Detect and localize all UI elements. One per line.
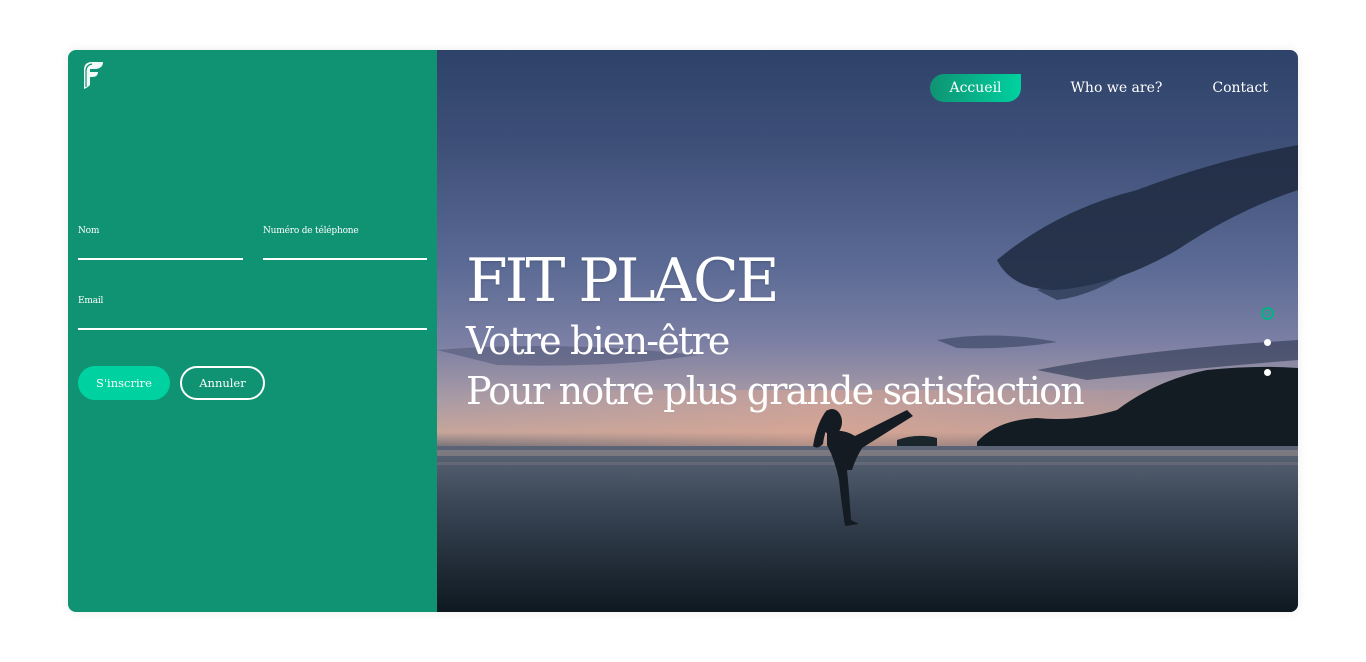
phone-input[interactable]	[263, 240, 427, 260]
email-field: Email	[78, 296, 427, 330]
signup-button[interactable]: S'inscrire	[78, 366, 170, 400]
fit-place-logo-icon[interactable]	[81, 60, 105, 90]
slider-dot-1[interactable]	[1260, 307, 1274, 320]
hero-subtitle-line1: Votre bien-être	[466, 319, 730, 363]
name-input[interactable]	[78, 240, 243, 260]
cancel-button[interactable]: Annuler	[180, 366, 265, 400]
name-field: Nom	[78, 226, 243, 260]
nav-item-who-we-are[interactable]: Who we are?	[1071, 80, 1163, 96]
phone-field: Numéro de téléphone	[263, 226, 427, 260]
nav-item-contact[interactable]: Contact	[1212, 80, 1268, 96]
slider-dot-3[interactable]	[1263, 369, 1271, 376]
main-nav: Accueil Who we are? Contact	[930, 74, 1268, 102]
nav-item-accueil[interactable]: Accueil	[930, 74, 1021, 102]
hero-title: FIT PLACE	[466, 246, 780, 316]
hero-subtitle-line2: Pour notre plus grande satisfaction	[466, 369, 1085, 413]
slider-dots	[1260, 307, 1274, 399]
name-field-label: Nom	[78, 226, 100, 236]
phone-field-label: Numéro de téléphone	[263, 226, 359, 236]
landing-card: Nom Numéro de téléphone Email S'inscrire…	[68, 50, 1298, 612]
hero-text: FIT PLACE Votre bien-être Pour notre plu…	[466, 246, 1085, 416]
email-input[interactable]	[78, 310, 427, 330]
signup-panel: Nom Numéro de téléphone Email S'inscrire…	[68, 50, 437, 612]
email-field-label: Email	[78, 296, 104, 306]
hero-panel: Accueil Who we are? Contact FIT PLACE Vo…	[437, 50, 1298, 612]
slider-dot-2[interactable]	[1263, 339, 1271, 346]
